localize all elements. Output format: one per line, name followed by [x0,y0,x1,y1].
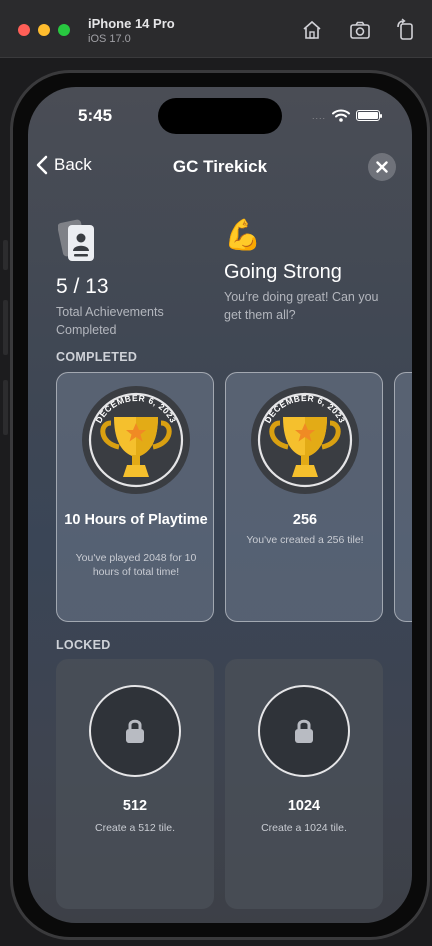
status-icons: .... [311,109,382,122]
achievement-title: 10 Hours of Playtime [64,512,208,528]
lock-badge [89,685,181,777]
side-button [3,380,8,435]
os-version: iOS 17.0 [88,33,131,45]
navigation-bar: Back GC Tirekick [28,153,412,183]
achievement-card[interactable]: DECEMBER 6, 2023 10 Hours of Playtime Yo… [56,372,214,622]
achievement-card-icon [57,217,96,263]
trophy-badge-icon: DECEMBER 6, 2023 [82,386,190,494]
page-title: GC Tirekick [172,157,268,176]
achievement-title: 256 [292,512,318,528]
locked-achievement-card[interactable]: 512 Create a 512 tile. [56,659,214,909]
battery-icon [356,110,382,121]
status-time: 5:45 [78,106,113,125]
achievement-description: Create a 1024 tile. [261,822,347,834]
phone-screen: 5:45 .... Back GC Tirekick 5 / 13 Total … [28,87,412,923]
side-button [3,240,8,270]
section-locked: LOCKED [56,638,111,652]
home-icon[interactable] [300,18,324,42]
status-title: Going Strong [224,261,342,283]
achievement-card-partial[interactable] [394,372,412,622]
flexed-biceps-icon: 💪 [224,219,262,252]
locked-achievement-card[interactable]: 1024 Create a 1024 tile. [225,659,383,909]
count-caption: Total Achievements Completed [56,305,164,337]
achievement-description: You've played 2048 for 10 hours of total… [75,552,197,578]
section-completed: COMPLETED [56,350,138,364]
trophy-badge-icon: DECEMBER 6, 2023 [251,386,359,494]
lock-icon [295,719,313,743]
close-button[interactable] [368,153,396,181]
close-icon [376,161,388,173]
lock-badge [258,685,350,777]
wifi-icon [332,109,350,122]
lock-icon [126,719,144,743]
achievement-description: Create a 512 tile. [95,822,175,834]
screenshot-icon[interactable] [348,18,372,42]
achievement-card[interactable]: DECEMBER 6, 2023 256 You've created a 25… [225,372,383,622]
rotate-icon[interactable] [394,18,418,42]
status-caption: You’re doing great! Can you get them all… [224,290,379,322]
achievement-title: 1024 [287,798,321,814]
signal-dots: .... [311,110,326,121]
device-name: iPhone 14 Pro [88,16,175,31]
dynamic-island [158,98,282,134]
close-window-button[interactable] [18,24,30,36]
achievement-description: You've created a 256 tile! [246,534,364,546]
minimize-window-button[interactable] [38,24,50,36]
completed-count: 5 / 13 [56,275,109,298]
simulator-toolbar: iPhone 14 Pro iOS 17.0 [0,0,432,58]
zoom-window-button[interactable] [58,24,70,36]
achievement-title: 512 [122,798,148,814]
side-button [3,300,8,355]
achievement-count: 5 / 13 Total Achievements Completed [56,217,186,339]
progress-status: 💪 Going Strong You’re doing great! Can y… [224,217,394,324]
